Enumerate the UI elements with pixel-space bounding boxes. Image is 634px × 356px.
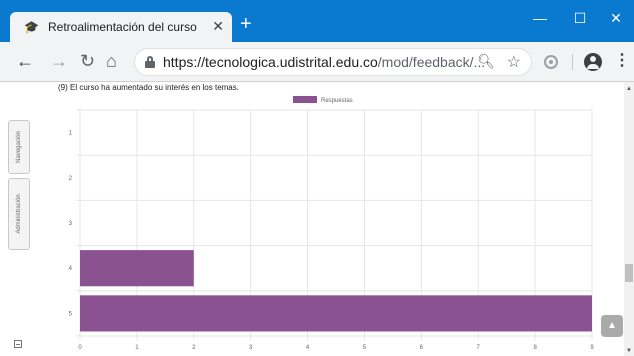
reload-icon[interactable]: ↻ — [80, 51, 95, 71]
forward-arrow-icon[interactable]: → — [50, 51, 68, 71]
address-bar[interactable]: https://tecnologica.udistrital.edu.co/mo… — [134, 48, 532, 76]
lock-icon — [145, 56, 155, 68]
extension-icon[interactable] — [544, 55, 558, 69]
toolbar-divider — [572, 54, 573, 70]
url-text[interactable]: https://tecnologica.udistrital.edu.co/mo… — [163, 54, 485, 70]
x-tick-label: 0 — [78, 345, 82, 351]
scroll-down-arrow-icon[interactable]: ▼ — [626, 348, 632, 354]
navigation-tab-label: Navegación — [16, 131, 22, 163]
y-tick-label: 5 — [69, 311, 73, 317]
vertical-scrollbar[interactable]: ▲ ▼ — [624, 82, 634, 356]
y-tick-label: 4 — [69, 266, 73, 272]
x-tick-label: 2 — [192, 345, 196, 351]
x-tick-label: 9 — [590, 345, 594, 351]
new-tab-icon[interactable]: + — [240, 14, 252, 34]
administration-tab-label: Administración — [16, 194, 22, 234]
x-tick-label: 4 — [306, 345, 310, 351]
scroll-up-arrow-icon[interactable]: ▲ — [626, 86, 632, 92]
scroll-to-top-button[interactable]: ▲ — [601, 315, 623, 337]
browser-titlebar: 🎓 Retroalimentación del curso ✕ + — ☐ ✕ — [0, 0, 634, 42]
y-tick-label: 2 — [69, 176, 73, 182]
bookmark-star-icon[interactable]: ☆ — [507, 52, 521, 72]
y-tick-label: 1 — [69, 131, 73, 137]
bar — [80, 295, 592, 332]
x-tick-label: 8 — [533, 345, 537, 351]
page-content: 0 1 2 3 4 5 6 7 8 9 1 2 3 4 5 Respuestas (9) El curso h… — [0, 82, 624, 356]
scrollbar-thumb[interactable] — [625, 264, 633, 282]
legend-swatch — [293, 96, 317, 103]
maximize-icon[interactable]: ☐ — [560, 6, 600, 30]
profile-avatar-icon[interactable] — [584, 53, 602, 71]
x-tick-label: 7 — [477, 345, 481, 351]
navigation-block-tab[interactable]: Navegación — [8, 120, 30, 174]
browser-tab[interactable]: 🎓 Retroalimentación del curso ✕ — [10, 12, 232, 42]
responses-bar-chart: 0 1 2 3 4 5 6 7 8 9 1 2 3 4 5 Respuestas — [69, 96, 594, 351]
menu-kebab-icon[interactable]: ⋮ — [614, 51, 630, 71]
x-tick-label: 5 — [363, 345, 367, 351]
legend-label: Respuestas — [321, 98, 353, 104]
browser-toolbar: ← → ↻ ⌂ https://tecnologica.udistrital.e… — [0, 42, 634, 82]
y-tick-label: 3 — [69, 221, 73, 227]
administration-block-tab[interactable]: Administración — [8, 178, 30, 250]
close-window-icon[interactable]: ✕ — [596, 6, 634, 30]
bar — [80, 250, 194, 287]
zoom-icon[interactable]: 🔍︎ — [477, 53, 495, 70]
tab-title: Retroalimentación del curso — [48, 20, 197, 34]
minimize-icon[interactable]: — — [520, 6, 560, 30]
question-title: (9) El curso ha aumentado su interés en … — [58, 83, 239, 92]
x-tick-label: 3 — [249, 345, 253, 351]
x-tick-label: 1 — [135, 345, 139, 351]
moodle-icon: 🎓 — [24, 20, 39, 34]
home-icon[interactable]: ⌂ — [106, 51, 117, 71]
dock-icon[interactable] — [14, 340, 22, 348]
close-tab-icon[interactable]: ✕ — [212, 18, 224, 35]
back-arrow-icon[interactable]: ← — [16, 51, 34, 71]
x-tick-label: 6 — [420, 345, 424, 351]
